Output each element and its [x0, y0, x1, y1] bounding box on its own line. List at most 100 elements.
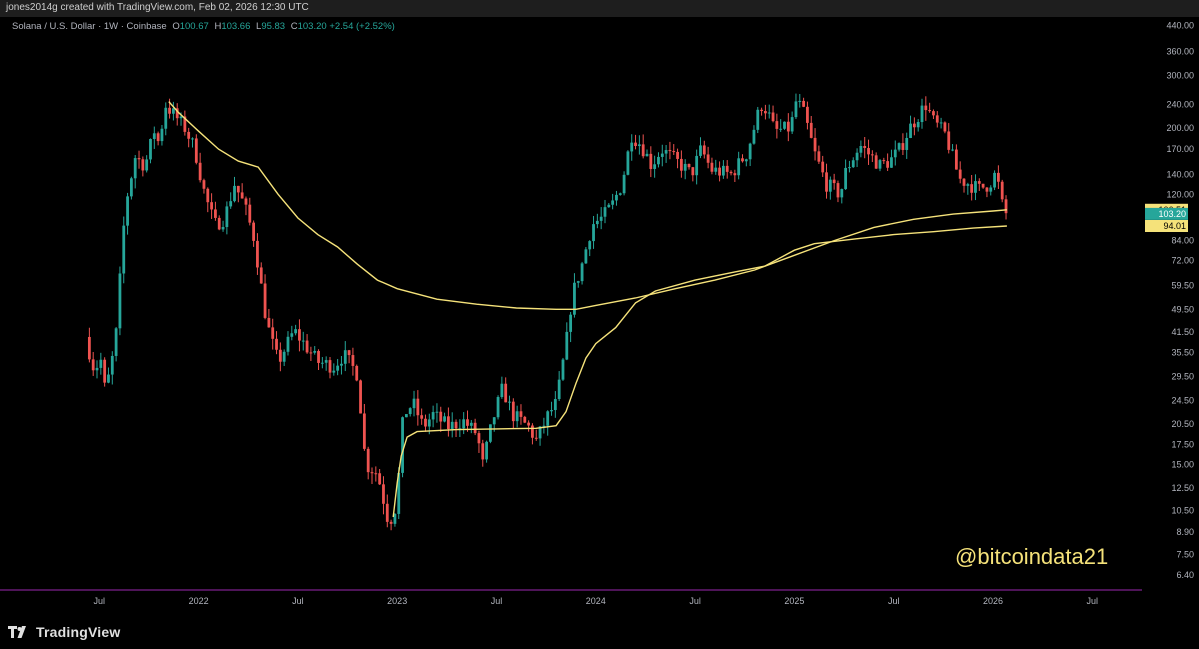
price-tick-label: 49.50	[1171, 304, 1194, 314]
tradingview-logo-icon	[8, 626, 26, 638]
candle-body	[561, 359, 565, 380]
candle-body	[672, 151, 676, 153]
candle-body	[347, 350, 351, 356]
candle-body	[569, 314, 573, 332]
attribution-bar: jones2014g created with TradingView.com,…	[0, 0, 1199, 17]
candle-body	[634, 142, 637, 147]
brand[interactable]: TradingView	[8, 624, 120, 640]
price-tick-label: 170.00	[1166, 144, 1194, 154]
candle-body	[584, 249, 588, 264]
candle-body	[122, 225, 126, 274]
candle-body	[191, 138, 194, 140]
candle-body	[404, 414, 408, 418]
candle-body	[469, 422, 473, 426]
candle-body	[710, 162, 714, 172]
candle-body	[909, 123, 912, 138]
candle-body	[599, 216, 603, 221]
candle-body	[733, 173, 737, 176]
candle-body	[565, 331, 569, 360]
candle-body	[427, 419, 431, 427]
close-label: C	[290, 21, 298, 32]
candle-body	[790, 117, 794, 132]
candle-body	[886, 161, 890, 168]
candle-body	[420, 415, 424, 419]
candle-body	[87, 336, 91, 360]
candle-body	[775, 121, 779, 129]
candle-body	[744, 159, 748, 162]
candle-body	[748, 143, 752, 160]
brand-name: TradingView	[36, 624, 121, 640]
candle-body	[912, 123, 916, 128]
symbol-legend: Solana / U.S. Dollar · 1W · Coinbase O10…	[12, 21, 395, 32]
candle-body	[164, 107, 168, 129]
symbol-name: Solana / U.S. Dollar · 1W · Coinbase	[12, 21, 167, 32]
price-tag-label: 94.01	[1163, 221, 1186, 231]
candle-body	[416, 398, 420, 416]
candle-body	[446, 416, 450, 429]
candle-body	[275, 338, 278, 350]
moving-average-line-1	[168, 101, 1007, 310]
candle-body	[236, 185, 240, 193]
price-tick-label: 360.00	[1166, 47, 1194, 57]
time-tick-label: Jul	[689, 596, 701, 606]
candle-body	[290, 333, 294, 337]
candle-body	[679, 158, 683, 171]
price-tick-label: 24.50	[1171, 396, 1194, 406]
candle-body	[595, 220, 599, 225]
candle-body	[664, 150, 668, 154]
candle-body	[210, 202, 213, 210]
candle-body	[240, 192, 244, 199]
candle-body	[156, 133, 160, 142]
candle-body	[550, 410, 553, 412]
candle-body	[676, 151, 679, 159]
candle-body	[179, 116, 183, 119]
candle-body	[725, 165, 729, 172]
price-chart[interactable]: 440.00 360.00 300.00 240.00 200.00 170.00 140.…	[0, 17, 1199, 617]
candle-body	[454, 421, 458, 429]
candle-body	[943, 122, 947, 132]
candle-body	[320, 362, 324, 364]
candle-body	[359, 380, 362, 414]
candle-body	[714, 167, 718, 172]
candle-body	[989, 187, 993, 192]
candle-body	[301, 340, 305, 342]
time-tick-label: Jul	[94, 596, 106, 606]
candle-body	[362, 413, 366, 449]
candle-body	[202, 180, 206, 189]
candle-body	[993, 172, 996, 188]
candle-body	[118, 273, 122, 329]
candle-body	[855, 152, 859, 161]
candle-body	[294, 329, 298, 334]
candle-body	[477, 433, 481, 444]
candle-body	[687, 163, 691, 168]
chart-area[interactable]: 440.00 360.00 300.00 240.00 200.00 170.00 140.…	[0, 17, 1199, 617]
candle-body	[813, 137, 817, 152]
candle-body	[221, 227, 225, 230]
candle-body	[981, 183, 985, 188]
candle-body	[504, 383, 508, 403]
time-tick-label: 2024	[586, 596, 606, 606]
candle-body	[145, 159, 149, 171]
candle-body	[683, 163, 687, 171]
candle-body	[309, 352, 313, 354]
candle-body	[217, 217, 221, 230]
candle-body	[611, 200, 615, 205]
candle-body	[351, 355, 355, 366]
candle-body	[592, 224, 595, 242]
candle-body	[935, 115, 939, 123]
candle-body	[374, 473, 378, 475]
candle-body	[198, 162, 202, 181]
candle-body	[91, 359, 95, 371]
candle-body	[515, 411, 519, 422]
candle-body	[576, 281, 580, 283]
price-tick-label: 17.50	[1171, 439, 1194, 449]
candle-body	[527, 422, 531, 426]
candle-body	[129, 178, 133, 197]
candle-body	[439, 411, 443, 422]
candle-body	[450, 421, 454, 429]
candle-body	[126, 196, 129, 226]
candle-body	[435, 411, 439, 413]
candle-body	[187, 131, 191, 139]
candle-body	[271, 327, 275, 339]
time-tick-label: Jul	[1087, 596, 1099, 606]
